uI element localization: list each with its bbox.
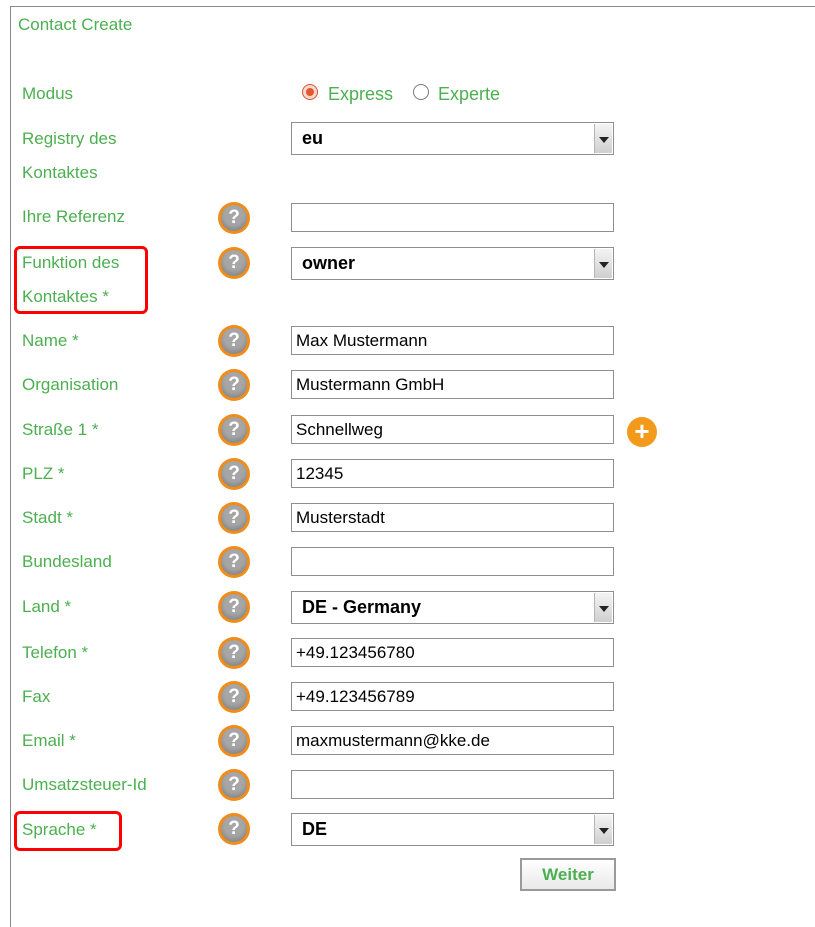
- land-label: Land *: [22, 597, 72, 616]
- land-select[interactable]: DE - Germany: [291, 591, 614, 624]
- help-icon[interactable]: ?: [218, 369, 250, 401]
- radio-express[interactable]: [302, 84, 318, 100]
- registry-label-line1: Registry des: [22, 129, 117, 148]
- radio-express-label[interactable]: Express: [328, 84, 393, 105]
- referenz-input[interactable]: [291, 203, 614, 232]
- telefon-label: Telefon *: [22, 643, 89, 662]
- help-icon[interactable]: ?: [218, 725, 250, 757]
- chevron-down-icon: [594, 124, 612, 153]
- sprache-label: Sprache *: [22, 820, 97, 839]
- help-icon[interactable]: ?: [218, 202, 250, 234]
- help-icon-glyph: ?: [221, 684, 247, 710]
- plz-input[interactable]: [291, 459, 614, 488]
- email-label: Email *: [22, 731, 76, 750]
- organisation-label: Organisation: [22, 375, 119, 394]
- stadt-label: Stadt *: [22, 508, 74, 527]
- help-icon[interactable]: ?: [218, 502, 250, 534]
- chevron-down-icon: [594, 249, 612, 278]
- help-icon[interactable]: ?: [218, 458, 250, 490]
- weiter-button[interactable]: Weiter: [520, 858, 616, 891]
- help-icon[interactable]: ?: [218, 681, 250, 713]
- ust-label: Umsatzsteuer-Id: [22, 775, 147, 794]
- help-icon[interactable]: ?: [218, 591, 250, 623]
- registry-select-value: eu: [302, 128, 324, 148]
- help-icon[interactable]: ?: [218, 325, 250, 357]
- telefon-input[interactable]: [291, 638, 614, 667]
- strasse-label: Straße 1 *: [22, 420, 99, 439]
- modus-label: Modus: [22, 84, 74, 103]
- help-icon-glyph: ?: [221, 461, 247, 487]
- fax-label: Fax: [22, 687, 51, 706]
- ust-input[interactable]: [291, 770, 614, 799]
- radio-experte[interactable]: [413, 84, 429, 100]
- help-icon[interactable]: ?: [218, 769, 250, 801]
- add-street-icon[interactable]: +: [627, 417, 657, 447]
- strasse-input[interactable]: [291, 415, 614, 444]
- stadt-input[interactable]: [291, 503, 614, 532]
- help-icon-glyph: ?: [221, 640, 247, 666]
- help-icon-glyph: ?: [221, 328, 247, 354]
- help-icon-glyph: ?: [221, 772, 247, 798]
- help-icon[interactable]: ?: [218, 247, 250, 279]
- help-icon-glyph: ?: [221, 205, 247, 231]
- help-icon[interactable]: ?: [218, 414, 250, 446]
- help-icon[interactable]: ?: [218, 546, 250, 578]
- help-icon-glyph: ?: [221, 250, 247, 276]
- plz-label: PLZ *: [22, 464, 65, 483]
- bundesland-label: Bundesland: [22, 552, 112, 571]
- land-select-value: DE - Germany: [302, 597, 422, 617]
- organisation-input[interactable]: [291, 370, 614, 399]
- name-label: Name *: [22, 331, 79, 350]
- help-icon[interactable]: ?: [218, 813, 250, 845]
- help-icon[interactable]: ?: [218, 637, 250, 669]
- radio-experte-label[interactable]: Experte: [438, 84, 500, 105]
- chevron-down-icon: [594, 593, 612, 622]
- fax-input[interactable]: [291, 682, 614, 711]
- help-icon-glyph: ?: [221, 372, 247, 398]
- help-icon-glyph: ?: [221, 417, 247, 443]
- help-icon-glyph: ?: [221, 594, 247, 620]
- sprache-select[interactable]: DE: [291, 813, 614, 846]
- help-icon-glyph: ?: [221, 816, 247, 842]
- referenz-label: Ihre Referenz: [22, 207, 125, 226]
- sprache-select-value: DE: [302, 819, 328, 839]
- funktion-label-line1: Funktion des: [22, 253, 120, 272]
- funktion-select[interactable]: owner: [291, 247, 614, 280]
- help-icon-glyph: ?: [221, 549, 247, 575]
- page-title: Contact Create: [18, 15, 133, 34]
- bundesland-input[interactable]: [291, 547, 614, 576]
- registry-label-line2: Kontaktes: [22, 163, 98, 182]
- name-input[interactable]: [291, 326, 614, 355]
- email-input[interactable]: [291, 726, 614, 755]
- chevron-down-icon: [594, 815, 612, 844]
- registry-select[interactable]: eu: [291, 122, 614, 155]
- help-icon-glyph: ?: [221, 505, 247, 531]
- funktion-label-line2: Kontaktes *: [22, 287, 109, 306]
- help-icon-glyph: ?: [221, 728, 247, 754]
- funktion-select-value: owner: [302, 253, 356, 273]
